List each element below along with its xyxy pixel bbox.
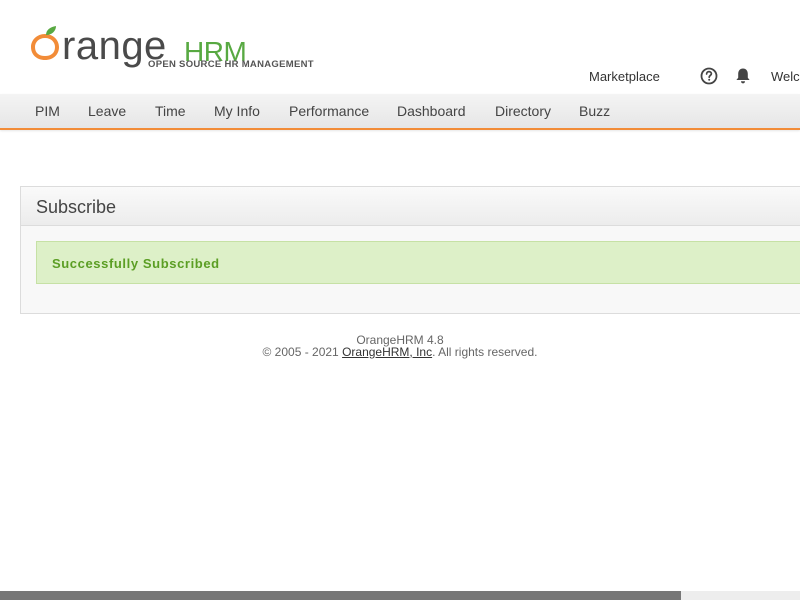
horizontal-scrollbar-track[interactable] <box>681 591 800 600</box>
welcome-user-menu[interactable]: Welc <box>771 69 800 84</box>
menu-item-my-info[interactable]: My Info <box>214 94 260 128</box>
menu-item-time[interactable]: Time <box>155 94 186 128</box>
menu-item-dashboard[interactable]: Dashboard <box>397 94 466 128</box>
company-link[interactable]: OrangeHRM, Inc <box>342 345 432 359</box>
menu-item-performance[interactable]: Performance <box>289 94 369 128</box>
copyright-prefix: © 2005 - 2021 <box>262 345 343 359</box>
rights-text: . All rights reserved. <box>432 345 538 359</box>
panel-header: Subscribe <box>21 187 800 226</box>
menu-item-buzz[interactable]: Buzz <box>579 94 610 128</box>
footer: OrangeHRM 4.8 © 2005 - 2021 OrangeHRM, I… <box>0 334 800 358</box>
orangehrm-logo[interactable]: range HRM OPEN SOURCE HR MANAGEMENT <box>24 12 314 74</box>
bell-icon[interactable] <box>735 67 751 85</box>
footer-copyright: © 2005 - 2021 OrangeHRM, Inc. All rights… <box>0 346 800 358</box>
top-links: Marketplace Welc <box>0 66 800 88</box>
subscribe-panel: Subscribe Successfully Subscribed <box>20 186 800 314</box>
menu-item-directory[interactable]: Directory <box>495 94 551 128</box>
success-message-text: Successfully Subscribed <box>52 256 220 271</box>
marketplace-link[interactable]: Marketplace <box>589 69 660 84</box>
success-message: Successfully Subscribed <box>36 241 800 284</box>
orange-logo-icon <box>31 26 59 60</box>
header: range HRM OPEN SOURCE HR MANAGEMENT Mark… <box>0 0 800 94</box>
horizontal-scrollbar-thumb[interactable] <box>0 591 681 600</box>
panel-title: Subscribe <box>36 197 117 217</box>
main-menu: PIM Leave Time My Info Performance Dashb… <box>0 94 800 130</box>
help-circle-icon[interactable] <box>700 67 718 85</box>
menu-item-leave[interactable]: Leave <box>88 94 126 128</box>
menu-item-pim[interactable]: PIM <box>35 94 60 128</box>
